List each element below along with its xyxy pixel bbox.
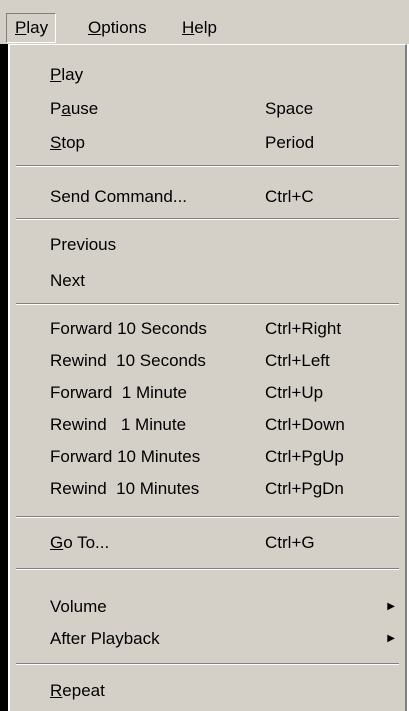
menu-item-forward-10-seconds[interactable]: Forward 10 Seconds Ctrl+Right [10,313,403,345]
menu-item-label: Rewind 10 Minutes [50,479,200,498]
menu-item-shortcut: Ctrl+Up [265,383,324,402]
menu-item-label: Volume [50,597,107,616]
menu-item-label: After Playback [50,629,160,648]
menu-help-mnemonic: H [182,18,195,37]
menu-item-rewind-10-minutes[interactable]: Rewind 10 Minutes Ctrl+PgDn [10,473,403,505]
submenu-arrow-icon: ▶ [387,601,395,612]
menu-item-label: Pause [50,99,99,118]
menu-item-rewind-1-minute[interactable]: Rewind 1 Minute Ctrl+Down [10,409,403,441]
menu-play-rest: lay [26,18,49,37]
menu-separator [16,663,399,665]
menu-item-shortcut: Period [265,133,315,152]
menu-item-label: Forward 10 Seconds [50,319,207,338]
menu-separator [16,568,399,570]
menu-item-label: Stop [50,133,85,152]
menu-item-shortcut: Ctrl+PgUp [265,447,344,466]
menu-item-shortcut: Ctrl+Right [265,319,342,338]
menu-item-label: Forward 1 Minute [50,383,187,402]
menu-item-shortcut: Ctrl+Left [265,351,330,370]
menu-item-shortcut: Ctrl+PgDn [265,479,344,498]
menu-item-label: Rewind 10 Seconds [50,351,206,370]
menu-separator [16,218,399,220]
menu-item-label: Previous [50,235,117,254]
menu-help[interactable]: Help [174,14,224,42]
menu-item-shortcut: Ctrl+Down [265,415,345,434]
menu-item-previous[interactable]: Previous [10,229,403,261]
menu-item-label: Forward 10 Minutes [50,447,201,466]
menu-item-shortcut: Space [265,99,314,118]
menu-separator [16,303,399,305]
menu-item-shortcut: Ctrl+G [265,533,315,552]
menu-help-rest: elp [194,18,217,37]
menu-item-label: Go To... [50,533,110,552]
menubar: Play Options Help [0,0,409,44]
menu-item-after-playback[interactable]: After Playback ▶ [10,623,403,655]
menu-item-send-command[interactable]: Send Command... Ctrl+C [10,181,403,213]
menu-item-go-to[interactable]: Go To... Ctrl+G [10,527,403,559]
menu-item-next[interactable]: Next [10,265,403,297]
menu-item-label: Next [50,271,85,290]
play-dropdown-menu: Play Pause Space Stop Period Send Comman… [0,44,407,711]
menu-options[interactable]: Options [80,14,154,42]
menu-separator [16,165,399,167]
menu-item-forward-1-minute[interactable]: Forward 1 Minute Ctrl+Up [10,377,403,409]
menu-item-forward-10-minutes[interactable]: Forward 10 Minutes Ctrl+PgUp [10,441,403,473]
menu-item-pause[interactable]: Pause Space [10,93,403,125]
menu-item-volume[interactable]: Volume ▶ [10,591,403,623]
menu-item-play[interactable]: Play [10,59,403,91]
menu-separator [16,516,399,518]
menu-item-label: Send Command... [50,187,188,206]
menu-item-label: Repeat [50,681,105,700]
menu-play[interactable]: Play [6,13,57,43]
menu-item-label: Play [50,65,84,84]
menu-item-rewind-10-seconds[interactable]: Rewind 10 Seconds Ctrl+Left [10,345,403,377]
menu-item-stop[interactable]: Stop Period [10,127,403,159]
submenu-arrow-icon: ▶ [387,633,395,644]
menu-play-mnemonic: P [15,18,27,37]
menu-options-rest: ptions [101,18,147,37]
menu-item-repeat[interactable]: Repeat [10,675,403,707]
menu-item-shortcut: Ctrl+C [265,187,314,206]
menu-item-label: Rewind 1 Minute [50,415,187,434]
menu-options-mnemonic: O [88,18,102,37]
